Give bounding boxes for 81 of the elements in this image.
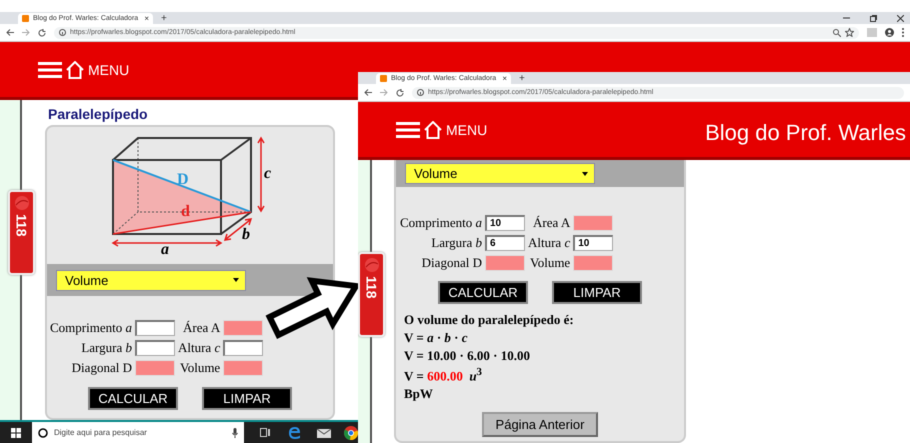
result-line: V = a · b · c <box>404 330 469 346</box>
field-label: Altura c <box>178 340 220 356</box>
taskbar-search-field[interactable]: Digite aqui para pesquisar <box>32 422 244 443</box>
result-field[interactable] <box>223 360 264 376</box>
restore-icon[interactable] <box>870 14 877 22</box>
previous-page-button[interactable]: Página Anterior <box>482 412 598 438</box>
back-arrow-icon[interactable] <box>364 89 372 96</box>
cortana-circle-icon <box>38 428 48 438</box>
windows-logo-icon[interactable] <box>11 428 21 438</box>
field-label: Área A <box>182 320 220 336</box>
side-tab[interactable]: 118 <box>358 252 385 337</box>
dimension-label: c <box>264 165 272 182</box>
field-label: Largura b <box>80 340 132 356</box>
result-heading: O volume do paralelepípedo é: <box>404 312 574 328</box>
dimension-label: D <box>177 171 189 188</box>
dropdown-caret-icon <box>233 278 239 282</box>
menu-label[interactable]: MENU <box>88 62 130 78</box>
field-label: Comprimento a <box>50 320 132 336</box>
dimension-label: a <box>161 241 169 258</box>
side-tab[interactable]: 118 <box>8 190 35 275</box>
task-view-icon[interactable] <box>260 428 270 437</box>
input-field[interactable] <box>134 340 175 356</box>
result-field[interactable] <box>573 215 614 231</box>
input-field[interactable] <box>134 320 175 336</box>
input-field[interactable] <box>223 340 264 356</box>
side-tab-count: 118 <box>14 214 28 237</box>
zoom-icon[interactable] <box>833 28 841 36</box>
menu-icon[interactable] <box>38 62 62 78</box>
favicon-icon <box>22 15 29 22</box>
input-field[interactable]: 6 <box>484 235 525 251</box>
house-icon[interactable] <box>424 120 442 138</box>
new-tab-button[interactable]: + <box>519 74 525 84</box>
profile-icon[interactable] <box>885 28 894 37</box>
menu-icon[interactable] <box>396 122 420 138</box>
chrome-browser-icon[interactable] <box>344 426 358 440</box>
result-field[interactable] <box>223 320 264 336</box>
result-line: BpW <box>404 386 434 402</box>
operation-select[interactable]: Volume <box>56 270 246 290</box>
input-field[interactable]: 10 <box>484 215 525 231</box>
field-label: Altura c <box>528 235 570 251</box>
microphone-icon[interactable] <box>232 428 238 438</box>
operation-select[interactable]: Volume <box>405 163 595 184</box>
field-label: Largura b <box>430 235 482 251</box>
field-label: Diagonal D <box>420 255 482 271</box>
field-label: Diagonal D <box>70 360 132 376</box>
minimize-icon[interactable] <box>843 17 850 19</box>
house-icon[interactable] <box>66 60 84 78</box>
result-line: V = 600.00 u$^{3}$ <box>404 366 483 384</box>
reload-icon[interactable] <box>396 88 404 96</box>
calculate-button[interactable]: CALCULAR <box>88 387 178 410</box>
calculator-title: Paralelepípedo <box>48 106 149 122</box>
clear-button[interactable]: LIMPAR <box>552 281 642 304</box>
clear-button[interactable]: LIMPAR <box>202 387 292 410</box>
tab-close-button[interactable]: × <box>144 14 149 22</box>
field-label: Volume <box>529 255 570 271</box>
field-label: Volume <box>179 360 220 376</box>
reload-icon[interactable] <box>38 28 46 36</box>
dimension-label: b <box>242 226 250 243</box>
new-tab-button[interactable]: + <box>161 14 167 24</box>
close-icon[interactable] <box>897 14 904 22</box>
favicon-icon <box>380 75 387 82</box>
dimension-label: d <box>181 203 190 220</box>
calculate-button[interactable]: CALCULAR <box>438 281 528 304</box>
info-icon <box>417 89 424 96</box>
mail-icon[interactable] <box>317 427 331 438</box>
result-field[interactable] <box>484 255 525 271</box>
star-icon[interactable] <box>845 28 854 37</box>
input-field[interactable]: 10 <box>573 235 614 251</box>
result-field[interactable] <box>573 255 614 271</box>
side-tab-count: 118 <box>364 276 378 299</box>
menu-label[interactable]: MENU <box>446 122 488 138</box>
result-field[interactable] <box>134 360 175 376</box>
field-label: Comprimento a <box>400 215 482 231</box>
back-arrow-icon[interactable] <box>6 29 14 36</box>
tab-close-button[interactable]: × <box>502 74 507 82</box>
field-label: Área A <box>532 215 570 231</box>
site-title: Blog do Prof. Warles <box>705 120 906 146</box>
edge-browser-icon[interactable] <box>288 426 301 439</box>
result-line: V = 10.00 · 6.00 · 10.00 <box>404 348 531 364</box>
dropdown-caret-icon <box>582 172 588 176</box>
info-icon <box>59 29 66 36</box>
